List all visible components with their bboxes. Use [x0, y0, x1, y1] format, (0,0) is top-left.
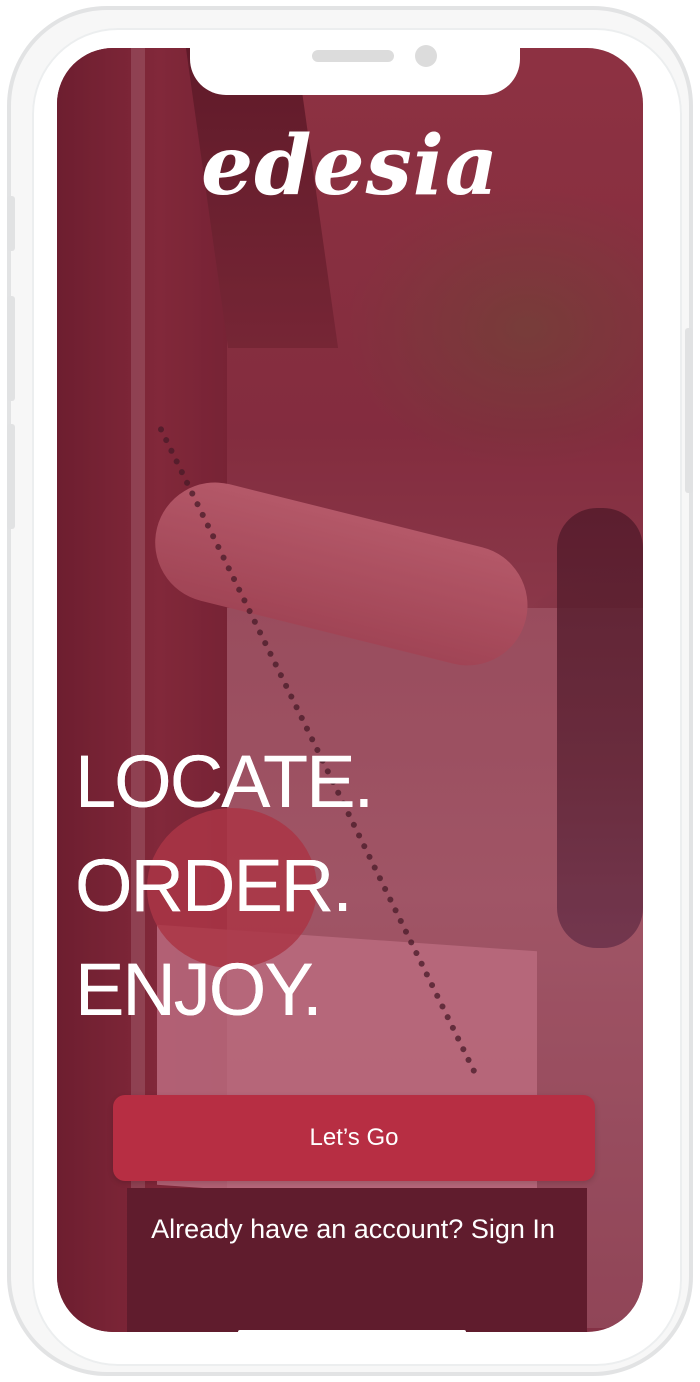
- front-camera: [415, 45, 437, 67]
- power-button: [685, 328, 693, 493]
- signin-row: Already have an account? Sign In: [0, 1214, 700, 1245]
- speaker-grille: [312, 50, 394, 62]
- signin-prompt: Already have an account?: [151, 1214, 471, 1244]
- volume-down-button: [7, 424, 15, 529]
- tagline-line-locate: LOCATE.: [75, 740, 374, 823]
- volume-up-button: [7, 296, 15, 401]
- signin-link[interactable]: Sign In: [471, 1214, 555, 1244]
- app-logo: edesia: [200, 118, 500, 214]
- lets-go-button[interactable]: Let’s Go: [113, 1095, 595, 1181]
- tagline-line-enjoy: ENJOY.: [75, 948, 323, 1031]
- home-indicator: [238, 1330, 466, 1334]
- tagline-line-order: ORDER.: [75, 844, 353, 927]
- hero-tagline: LOCATE. ORDER. ENJOY.: [75, 730, 374, 1042]
